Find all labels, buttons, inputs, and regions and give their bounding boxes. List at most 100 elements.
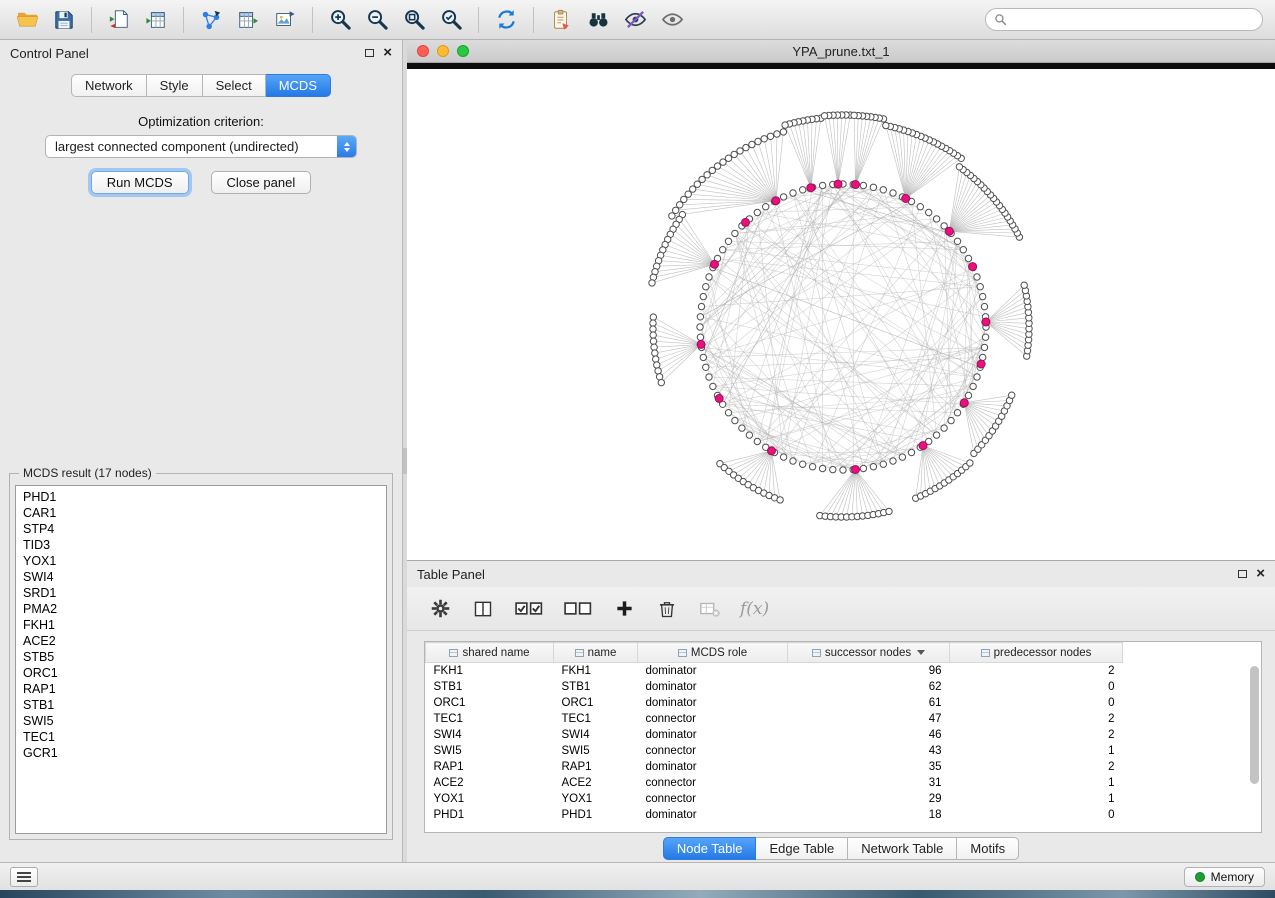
network-node[interactable] [746,432,752,438]
network-node[interactable] [926,209,932,215]
network-node[interactable] [654,362,660,368]
refresh-layout-icon[interactable] [491,5,521,35]
network-view[interactable] [407,63,1275,560]
list-item[interactable]: YOX1 [23,553,379,569]
network-node[interactable] [650,332,656,338]
network-node[interactable] [780,129,786,135]
network-node[interactable] [860,182,866,188]
column-header-name[interactable]: name [554,643,638,663]
network-node[interactable] [981,344,987,350]
tab-network-table[interactable]: Network Table [848,837,957,860]
network-node[interactable] [653,356,659,362]
network-node[interactable] [870,464,876,470]
close-panel-icon[interactable]: × [383,48,392,58]
network-node[interactable] [697,314,703,320]
network-node[interactable] [782,122,788,128]
list-item[interactable]: PMA2 [23,601,379,617]
zoom-in-icon[interactable] [325,5,355,35]
network-node[interactable] [800,187,806,193]
column-header-successor-nodes[interactable]: successor nodes [788,643,950,663]
network-node[interactable] [754,209,760,215]
network-node[interactable] [673,207,679,213]
memory-button[interactable]: Memory [1184,867,1265,887]
column-header-predecessor-nodes[interactable]: predecessor nodes [950,643,1123,663]
tab-edge-table[interactable]: Edge Table [756,837,848,860]
list-item[interactable]: SWI5 [23,713,379,729]
network-node[interactable] [981,303,987,309]
network-node[interactable] [669,213,675,219]
table-row[interactable]: PHD1PHD1dominator180 [426,807,1123,823]
close-panel-button[interactable]: Close panel [211,171,312,194]
network-node[interactable] [954,410,960,416]
export-network-icon[interactable] [196,5,226,35]
mcds-hub-node[interactable] [742,218,750,226]
network-node[interactable] [840,467,846,473]
run-mcds-button[interactable]: Run MCDS [91,171,189,194]
network-node[interactable] [655,368,661,374]
network-titlebar[interactable]: YPA_prune.txt_1 [407,40,1275,63]
network-node[interactable] [749,141,755,147]
network-node[interactable] [763,204,769,210]
network-canvas[interactable] [407,69,1275,560]
table-row[interactable]: STB1STB1dominator620 [426,679,1123,695]
table-row[interactable]: TEC1TEC1connector472 [426,711,1123,727]
network-node[interactable] [720,159,726,165]
network-node[interactable] [883,122,889,128]
network-node[interactable] [650,320,656,326]
network-node[interactable] [650,338,656,344]
tab-motifs[interactable]: Motifs [957,837,1019,860]
network-node[interactable] [703,364,709,370]
network-node[interactable] [967,460,973,466]
network-node[interactable] [870,184,876,190]
network-node[interactable] [899,454,905,460]
network-node[interactable] [754,438,760,444]
table-row[interactable]: ORC1ORC1dominator610 [426,695,1123,711]
network-node[interactable] [933,216,939,222]
network-node[interactable] [965,392,971,398]
mcds-hub-node[interactable] [715,395,723,403]
mcds-hub-node[interactable] [852,181,860,189]
show-graphics-eye-icon[interactable] [657,5,687,35]
network-node[interactable] [780,194,786,200]
table-row[interactable]: YOX1YOX1connector291 [426,791,1123,807]
network-node[interactable] [774,131,780,137]
list-item[interactable]: ORC1 [23,665,379,681]
network-node[interactable] [650,326,656,332]
list-item[interactable]: GCR1 [23,745,379,761]
mcds-hub-node[interactable] [834,180,842,188]
export-table-icon[interactable] [233,5,263,35]
network-node[interactable] [658,379,664,385]
network-node[interactable] [725,410,731,416]
network-node[interactable] [933,432,939,438]
network-node[interactable] [697,334,703,340]
mcds-hub-node[interactable] [977,360,985,368]
export-image-icon[interactable] [270,5,300,35]
float-panel-icon[interactable] [1238,570,1247,578]
network-node[interactable] [860,465,866,471]
network-node[interactable] [650,314,656,320]
network-node[interactable] [725,238,731,244]
share-clipboard-icon[interactable] [546,5,576,35]
list-item[interactable]: FKH1 [23,617,379,633]
network-node[interactable] [700,354,706,360]
network-node[interactable] [948,417,954,423]
network-node[interactable] [651,344,657,350]
deselect-all-icon[interactable] [562,596,594,622]
network-node[interactable] [974,274,980,280]
close-panel-icon[interactable]: × [1256,569,1265,579]
add-column-plus-icon[interactable] [611,596,637,622]
tab-mcds[interactable]: MCDS [266,74,331,97]
network-node[interactable] [960,247,966,253]
table-row[interactable]: SWI5SWI5connector431 [426,743,1123,759]
network-node[interactable] [1021,282,1027,288]
network-node[interactable] [956,164,962,170]
table-row[interactable]: ACE2ACE2connector311 [426,775,1123,791]
network-node[interactable] [830,466,836,472]
network-node[interactable] [800,461,806,467]
float-panel-icon[interactable] [365,49,374,57]
network-node[interactable] [1009,392,1015,398]
tab-network[interactable]: Network [71,74,147,97]
network-node[interactable] [743,144,749,150]
table-row[interactable]: RAP1RAP1dominator352 [426,759,1123,775]
column-settings-gear-icon[interactable] [427,596,453,622]
